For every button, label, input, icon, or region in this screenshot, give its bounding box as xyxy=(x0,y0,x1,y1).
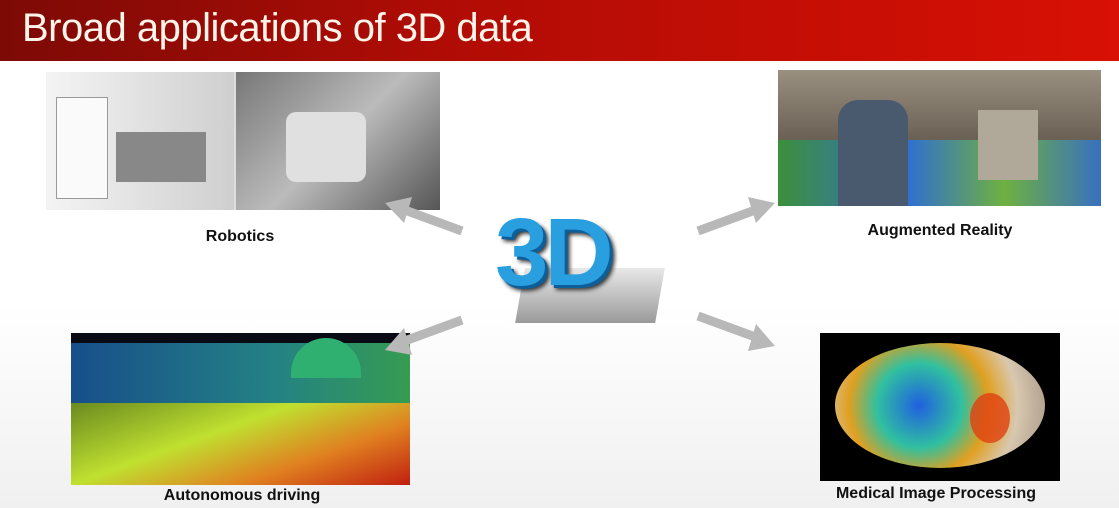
slide-title: Broad applications of 3D data xyxy=(22,6,533,50)
autonomous-driving-label: Autonomous driving xyxy=(163,487,321,504)
augmented-reality-image xyxy=(778,70,1101,206)
3d-logo-text: 3D xyxy=(495,199,614,306)
medical-image-processing-label: Medical Image Processing xyxy=(835,485,1037,502)
arrow-to-medical-icon xyxy=(696,311,775,351)
robotics-label: Robotics xyxy=(205,228,275,245)
robotics-image xyxy=(46,72,440,210)
medical-image xyxy=(820,333,1060,481)
3d-logo: 3D xyxy=(495,199,680,323)
arrow-to-ar-icon xyxy=(696,197,775,236)
slide-header: Broad applications of 3D data xyxy=(0,0,1119,61)
arrow-to-autonomous-driving-icon xyxy=(385,315,464,355)
autonomous-driving-image xyxy=(71,333,410,485)
augmented-reality-label: Augmented Reality xyxy=(867,222,1013,239)
arrow-to-robotics-icon xyxy=(385,197,464,236)
